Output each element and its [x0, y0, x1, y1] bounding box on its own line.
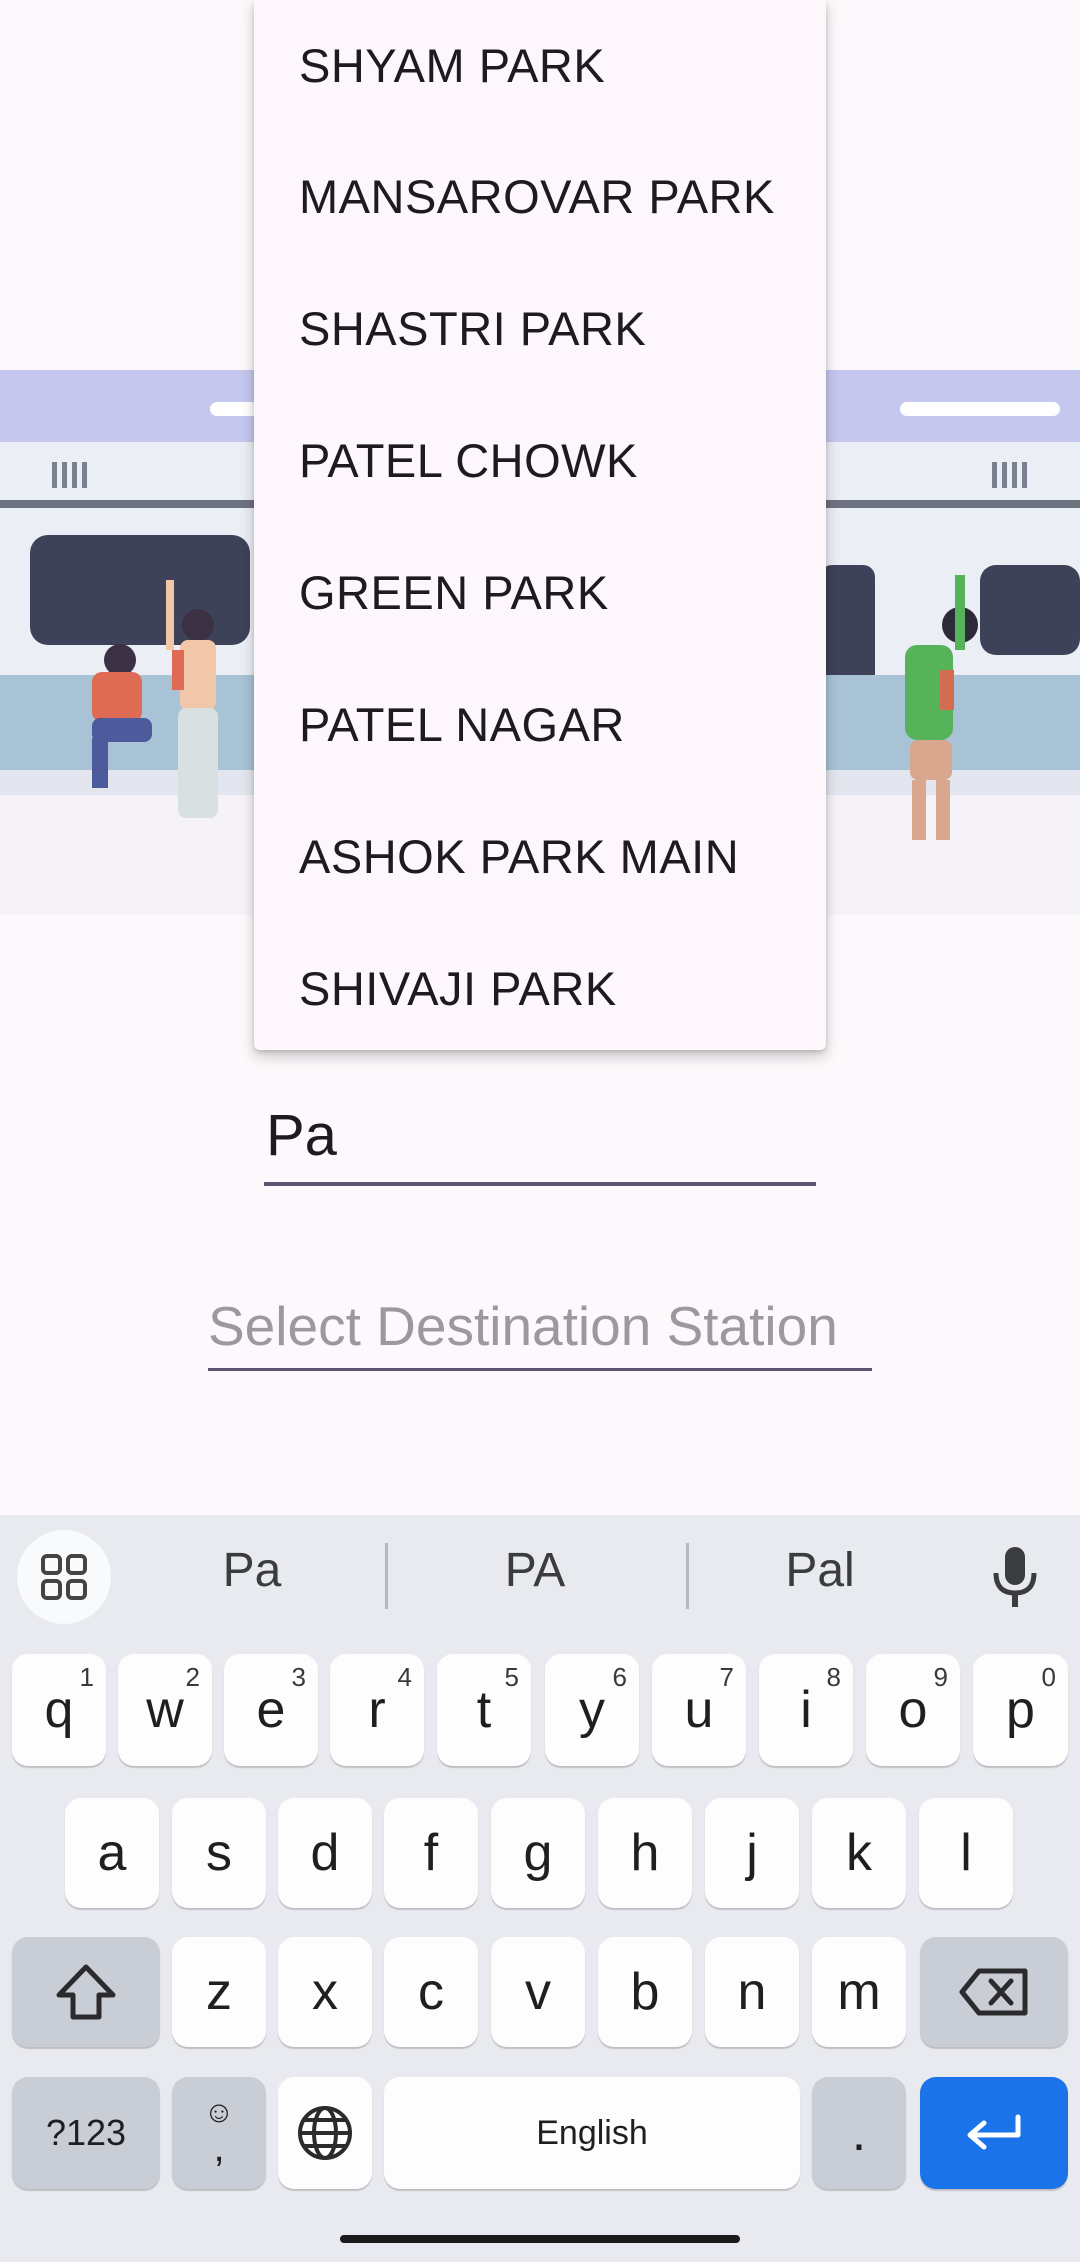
key-m[interactable]: m — [812, 1937, 906, 2047]
shift-key[interactable] — [12, 1937, 160, 2047]
key-l[interactable]: l — [919, 1798, 1013, 1908]
key-r[interactable]: r4 — [330, 1654, 424, 1766]
key-j[interactable]: j — [705, 1798, 799, 1908]
key-k[interactable]: k — [812, 1798, 906, 1908]
key-d[interactable]: d — [278, 1798, 372, 1908]
source-station-input[interactable]: Pa — [264, 1100, 816, 1186]
suggestion-divider — [385, 1543, 388, 1609]
station-option[interactable]: GREEN PARK — [254, 526, 826, 658]
source-station-value: Pa — [266, 1103, 337, 1168]
key-s[interactable]: s — [172, 1798, 266, 1908]
suggestion-3[interactable]: Pal — [690, 1543, 950, 1598]
suggestion-divider — [686, 1543, 689, 1609]
space-key[interactable]: English — [384, 2077, 800, 2189]
key-o[interactable]: o9 — [866, 1654, 960, 1766]
key-g[interactable]: g — [491, 1798, 585, 1908]
period-key[interactable]: . — [812, 2077, 906, 2189]
gesture-navigation-bar[interactable] — [340, 2235, 740, 2243]
key-t[interactable]: t5 — [437, 1654, 531, 1766]
key-z[interactable]: z — [172, 1937, 266, 2047]
enter-key[interactable] — [920, 2077, 1068, 2189]
enter-arrow-icon — [967, 2114, 1021, 2150]
station-suggestions-dropdown: SHYAM PARK MANSAROVAR PARK SHASTRI PARK … — [254, 0, 826, 1050]
emoji-icon: ☺ — [203, 2096, 235, 2129]
backspace-icon — [959, 1968, 1028, 2016]
globe-icon — [298, 2106, 352, 2160]
shift-icon — [56, 1964, 116, 2020]
key-w[interactable]: w2 — [118, 1654, 212, 1766]
key-f[interactable]: f — [384, 1798, 478, 1908]
suggestion-1[interactable]: Pa — [122, 1543, 382, 1598]
keyboard-apps-button[interactable] — [17, 1530, 111, 1624]
station-option[interactable]: SHASTRI PARK — [254, 262, 826, 394]
key-n[interactable]: n — [705, 1937, 799, 2047]
key-u[interactable]: u7 — [652, 1654, 746, 1766]
station-option[interactable]: SHIVAJI PARK — [254, 922, 826, 1050]
grid-icon — [41, 1554, 87, 1600]
destination-placeholder: Select Destination Station — [208, 1295, 838, 1357]
key-c[interactable]: c — [384, 1937, 478, 2047]
microphone-icon[interactable] — [990, 1545, 1040, 1611]
key-b[interactable]: b — [598, 1937, 692, 2047]
station-option[interactable]: ASHOK PARK MAIN — [254, 790, 826, 922]
suggestion-bar: Pa PA Pal — [0, 1515, 1080, 1640]
comma-emoji-key[interactable]: ☺ , — [172, 2077, 266, 2189]
symbols-key[interactable]: ?123 — [12, 2077, 160, 2189]
key-h[interactable]: h — [598, 1798, 692, 1908]
key-a[interactable]: a — [65, 1798, 159, 1908]
suggestion-2[interactable]: PA — [405, 1543, 665, 1598]
key-x[interactable]: x — [278, 1937, 372, 2047]
station-option[interactable]: MANSAROVAR PARK — [254, 130, 826, 262]
key-e[interactable]: e3 — [224, 1654, 318, 1766]
station-option[interactable]: SHYAM PARK — [254, 0, 826, 130]
key-p[interactable]: p0 — [973, 1654, 1068, 1766]
destination-station-input[interactable]: Select Destination Station — [208, 1290, 872, 1371]
soft-keyboard: Pa PA Pal q1 w2 e3 r4 t5 y6 u7 i8 o9 p0 … — [0, 1515, 1080, 2262]
key-i[interactable]: i8 — [759, 1654, 853, 1766]
station-option[interactable]: PATEL CHOWK — [254, 394, 826, 526]
station-option[interactable]: PATEL NAGAR — [254, 658, 826, 790]
key-y[interactable]: y6 — [545, 1654, 639, 1766]
key-q[interactable]: q1 — [12, 1654, 106, 1766]
language-key[interactable] — [278, 2077, 372, 2189]
key-v[interactable]: v — [491, 1937, 585, 2047]
backspace-key[interactable] — [920, 1937, 1068, 2047]
